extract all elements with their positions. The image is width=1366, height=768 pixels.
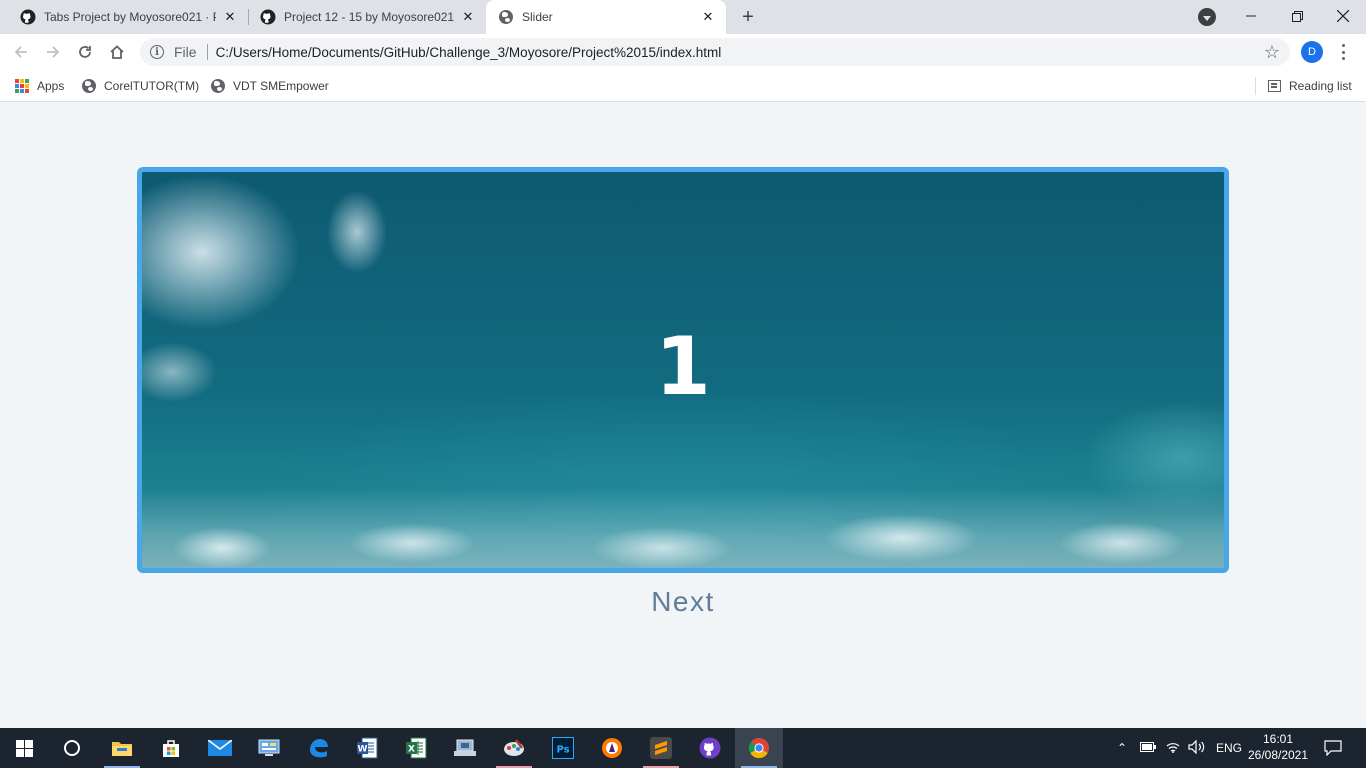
action-center-icon[interactable] (1312, 728, 1354, 768)
sublime-text-icon[interactable] (637, 728, 685, 768)
new-tab-button[interactable]: + (737, 6, 759, 28)
globe-icon (82, 79, 96, 93)
cortana-search-icon[interactable] (48, 728, 96, 768)
taskbar-clock[interactable]: 16:01 26/08/2021 (1244, 731, 1312, 763)
profile-avatar[interactable]: D (1301, 41, 1323, 63)
tab-project-12-15[interactable]: Project 12 - 15 by Moyosore021 · ✕ (248, 0, 486, 34)
system-tray: ⌃ ENG (1114, 728, 1242, 768)
reading-list-label: Reading list (1289, 79, 1352, 93)
bookmarks-bar: Apps CorelTUTOR(TM) VDT SMEmpower Readin… (0, 70, 1366, 102)
browser-tab-strip: Tabs Project by Moyosore021 · Pu ✕ Proje… (0, 0, 1366, 34)
next-button[interactable]: Next (620, 582, 746, 622)
windows-start-icon[interactable] (0, 728, 48, 768)
github-icon (260, 9, 276, 25)
bookmark-label: Apps (37, 79, 65, 93)
svg-text:W: W (358, 745, 368, 755)
address-bar[interactable]: i File C:/Users/Home/Documents/GitHub/Ch… (140, 38, 1290, 66)
mail-icon[interactable] (196, 728, 244, 768)
avast-browser-icon[interactable] (588, 728, 636, 768)
reading-list-button[interactable]: Reading list (1268, 76, 1352, 96)
restore-icon[interactable] (1274, 0, 1320, 32)
bookmark-star-icon[interactable]: ☆ (1264, 42, 1280, 62)
show-hidden-icons-icon[interactable]: ⌃ (1114, 741, 1130, 755)
scheme-label: File (174, 44, 197, 60)
back-icon[interactable] (7, 38, 35, 66)
github-icon (20, 9, 36, 25)
bookmark-label: VDT SMEmpower (233, 79, 329, 93)
site-info-icon[interactable]: i (150, 45, 164, 59)
globe-icon (498, 9, 514, 25)
bookmark-label: CorelTUTOR(TM) (104, 79, 200, 93)
network-app-icon[interactable] (441, 728, 489, 768)
bookmarks-separator (1255, 77, 1256, 95)
battery-icon[interactable] (1140, 741, 1156, 755)
bookmark-vdt-smempower[interactable]: VDT SMEmpower (211, 76, 329, 96)
file-explorer-icon[interactable] (98, 728, 146, 768)
control-panel-icon[interactable] (245, 728, 293, 768)
close-window-icon[interactable] (1320, 0, 1366, 32)
volume-icon[interactable] (1188, 739, 1206, 757)
reload-icon[interactable] (71, 38, 99, 66)
chrome-icon[interactable] (735, 728, 783, 768)
home-icon[interactable] (103, 38, 131, 66)
tab-title: Tabs Project by Moyosore021 · Pu (44, 10, 216, 24)
excel-icon[interactable]: X (392, 728, 440, 768)
reading-list-icon (1268, 80, 1281, 92)
tab-title: Slider (522, 10, 553, 24)
language-indicator[interactable]: ENG (1216, 741, 1242, 755)
globe-icon (211, 79, 225, 93)
tab-search-icon[interactable] (1198, 8, 1216, 26)
tab-title: Project 12 - 15 by Moyosore021 · (284, 10, 454, 24)
github-desktop-icon[interactable] (686, 728, 734, 768)
forward-icon[interactable] (39, 38, 67, 66)
url-text[interactable]: C:/Users/Home/Documents/GitHub/Challenge… (216, 45, 722, 60)
paint-app-icon[interactable] (490, 728, 538, 768)
tab-tabs-project[interactable]: Tabs Project by Moyosore021 · Pu ✕ (8, 0, 248, 34)
browser-menu-icon[interactable] (1336, 42, 1350, 62)
windows-taskbar: W X Ps ⌃ ENG 16:01 26/08/2021 (0, 728, 1366, 768)
clock-date: 26/08/2021 (1247, 748, 1309, 762)
tab-slider[interactable]: Slider ✕ (486, 0, 726, 34)
word-icon[interactable]: W (343, 728, 391, 768)
bookmark-apps[interactable]: Apps (15, 76, 64, 96)
browser-toolbar: i File C:/Users/Home/Documents/GitHub/Ch… (0, 34, 1366, 70)
svg-text:X: X (408, 745, 415, 755)
minimize-icon[interactable] (1228, 0, 1274, 32)
close-tab-icon[interactable]: ✕ (222, 9, 238, 25)
clock-time: 16:01 (1262, 732, 1294, 746)
close-tab-icon[interactable]: ✕ (700, 9, 716, 25)
photoshop-icon[interactable]: Ps (539, 728, 587, 768)
microsoft-store-icon[interactable] (147, 728, 195, 768)
omnibox-separator (206, 44, 208, 60)
slide-number: 1 (655, 319, 711, 413)
page-viewport: 1 Next (0, 103, 1366, 728)
apps-grid-icon (15, 79, 29, 93)
slider-container: 1 (137, 167, 1229, 573)
bookmark-coreltutor[interactable]: CorelTUTOR(TM) (82, 76, 199, 96)
wifi-icon[interactable] (1166, 741, 1180, 756)
edge-icon[interactable] (294, 728, 342, 768)
close-tab-icon[interactable]: ✕ (460, 9, 476, 25)
svg-text:Ps: Ps (556, 745, 569, 756)
